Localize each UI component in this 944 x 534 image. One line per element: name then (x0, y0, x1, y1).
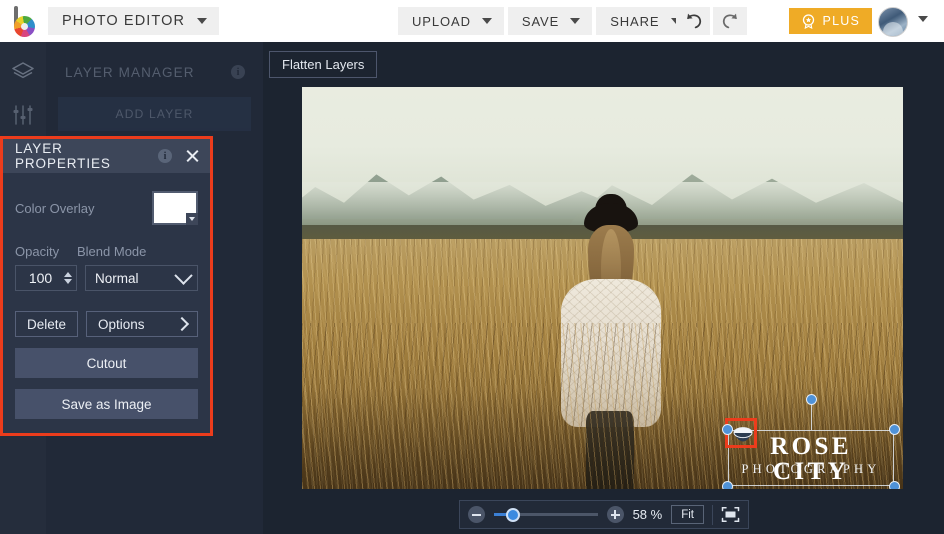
toolbar-divider (712, 504, 713, 525)
flatten-layers-button[interactable]: Flatten Layers (269, 51, 378, 78)
color-overlay-row: Color Overlay (15, 173, 198, 235)
add-layer-button[interactable]: ADD LAYER (58, 97, 251, 131)
plus-label: PLUS (822, 14, 860, 28)
color-overlay-label: Color Overlay (15, 200, 95, 216)
blend-mode-value: Normal (95, 270, 139, 286)
zoom-slider-knob[interactable] (506, 507, 521, 522)
opacity-value: 100 (28, 270, 53, 286)
chevron-down-icon (570, 18, 581, 24)
watermark-line2: PHOTOGRAPHY (741, 462, 881, 476)
canvas-stage: Flatten Layers ROSE CITY PHOTOGRAPHY 58 … (263, 42, 944, 534)
delete-label: Delete (27, 316, 67, 332)
share-label: SHARE (610, 13, 660, 29)
undo-arrow-icon (686, 13, 701, 29)
plus-upgrade-button[interactable]: PLUS (788, 8, 872, 34)
resize-handle-bottom-left[interactable] (722, 481, 733, 489)
chevron-down-icon (481, 18, 492, 24)
fit-label: Fit (681, 508, 694, 521)
resize-handle-bottom-right[interactable] (889, 481, 900, 489)
layer-manager-title: LAYER MANAGER (65, 64, 195, 80)
app-title-label: PHOTO EDITOR (62, 13, 186, 29)
opacity-blend-fields: 100 Normal (15, 265, 198, 291)
image-canvas[interactable]: ROSE CITY PHOTOGRAPHY (302, 87, 903, 489)
cutout-label: Cutout (86, 355, 127, 371)
app-title-menu[interactable]: PHOTO EDITOR (48, 7, 220, 35)
delete-button[interactable]: Delete (15, 311, 79, 337)
zoom-toolbar: 58 % Fit (459, 500, 749, 529)
layers-icon[interactable] (10, 59, 36, 85)
sliders-icon[interactable] (10, 102, 36, 128)
photo-editor-app: PHOTO EDITOR UPLOAD SAVE SHARE PLUS LAYE… (0, 0, 944, 534)
upload-label: UPLOAD (412, 13, 471, 29)
save-label: SAVE (521, 13, 560, 29)
file-actions-group: UPLOAD SAVE SHARE (398, 7, 697, 35)
rotate-handle[interactable] (806, 394, 817, 405)
badge-star-icon (802, 13, 814, 29)
layer-manager-info-icon[interactable]: i (231, 65, 245, 79)
minus-circle-icon[interactable] (468, 506, 485, 523)
avatar-chevron-down-icon[interactable] (918, 16, 928, 22)
zoom-value: 58 % (632, 507, 663, 522)
fit-screen-icon[interactable] (721, 506, 740, 523)
resize-handle-top-left[interactable] (722, 424, 733, 435)
flatten-layers-label: Flatten Layers (282, 57, 365, 72)
opacity-stepper[interactable]: 100 (15, 265, 77, 291)
close-icon[interactable] (184, 148, 200, 164)
plus-circle-icon[interactable] (606, 506, 624, 523)
options-button[interactable]: Options (86, 311, 198, 337)
app-logo-icon (8, 5, 40, 37)
history-group (676, 7, 750, 35)
avatar[interactable] (878, 7, 908, 37)
spinner-up-down-icon[interactable] (61, 266, 74, 290)
undo-button[interactable] (676, 7, 710, 35)
chevron-right-icon (174, 316, 190, 332)
color-overlay-swatch[interactable] (152, 191, 198, 225)
blend-mode-label: Blend Mode (77, 244, 147, 259)
opacity-label: Opacity (15, 244, 60, 259)
chevron-down-icon (174, 265, 193, 285)
save-as-image-label: Save as Image (61, 396, 152, 412)
layer-properties-body: Color Overlay Opacity Blend Mode 100 Nor… (3, 173, 210, 433)
fit-button[interactable]: Fit (671, 505, 704, 524)
layer-properties-header: LAYER PROPERTIES i (3, 139, 210, 173)
upload-button[interactable]: UPLOAD (398, 7, 504, 35)
resize-handle-top-right[interactable] (889, 424, 900, 435)
top-toolbar: PHOTO EDITOR UPLOAD SAVE SHARE PLUS (0, 0, 944, 43)
options-label: Options (98, 316, 145, 332)
caret-down-icon (186, 213, 198, 225)
redo-button[interactable] (713, 7, 747, 35)
layer-properties-info-icon[interactable]: i (158, 149, 172, 163)
save-as-image-button[interactable]: Save as Image (15, 389, 198, 419)
save-button[interactable]: SAVE (507, 7, 593, 35)
zoom-slider[interactable] (494, 507, 598, 522)
layer-action-buttons: Delete Options (15, 311, 198, 337)
watermark-layer[interactable]: ROSE CITY PHOTOGRAPHY (722, 394, 900, 489)
camera-lens-icon (733, 427, 753, 442)
layer-properties-panel: LAYER PROPERTIES i Color Overlay Opacity… (0, 136, 213, 436)
opacity-blend-labels: Opacity Blend Mode (15, 235, 198, 259)
blend-mode-select[interactable]: Normal (85, 265, 198, 291)
layer-properties-title: LAYER PROPERTIES (15, 141, 111, 171)
redo-arrow-icon (722, 13, 737, 29)
cutout-button[interactable]: Cutout (15, 348, 198, 378)
chevron-down-icon (197, 18, 208, 24)
add-layer-label: ADD LAYER (115, 107, 194, 121)
